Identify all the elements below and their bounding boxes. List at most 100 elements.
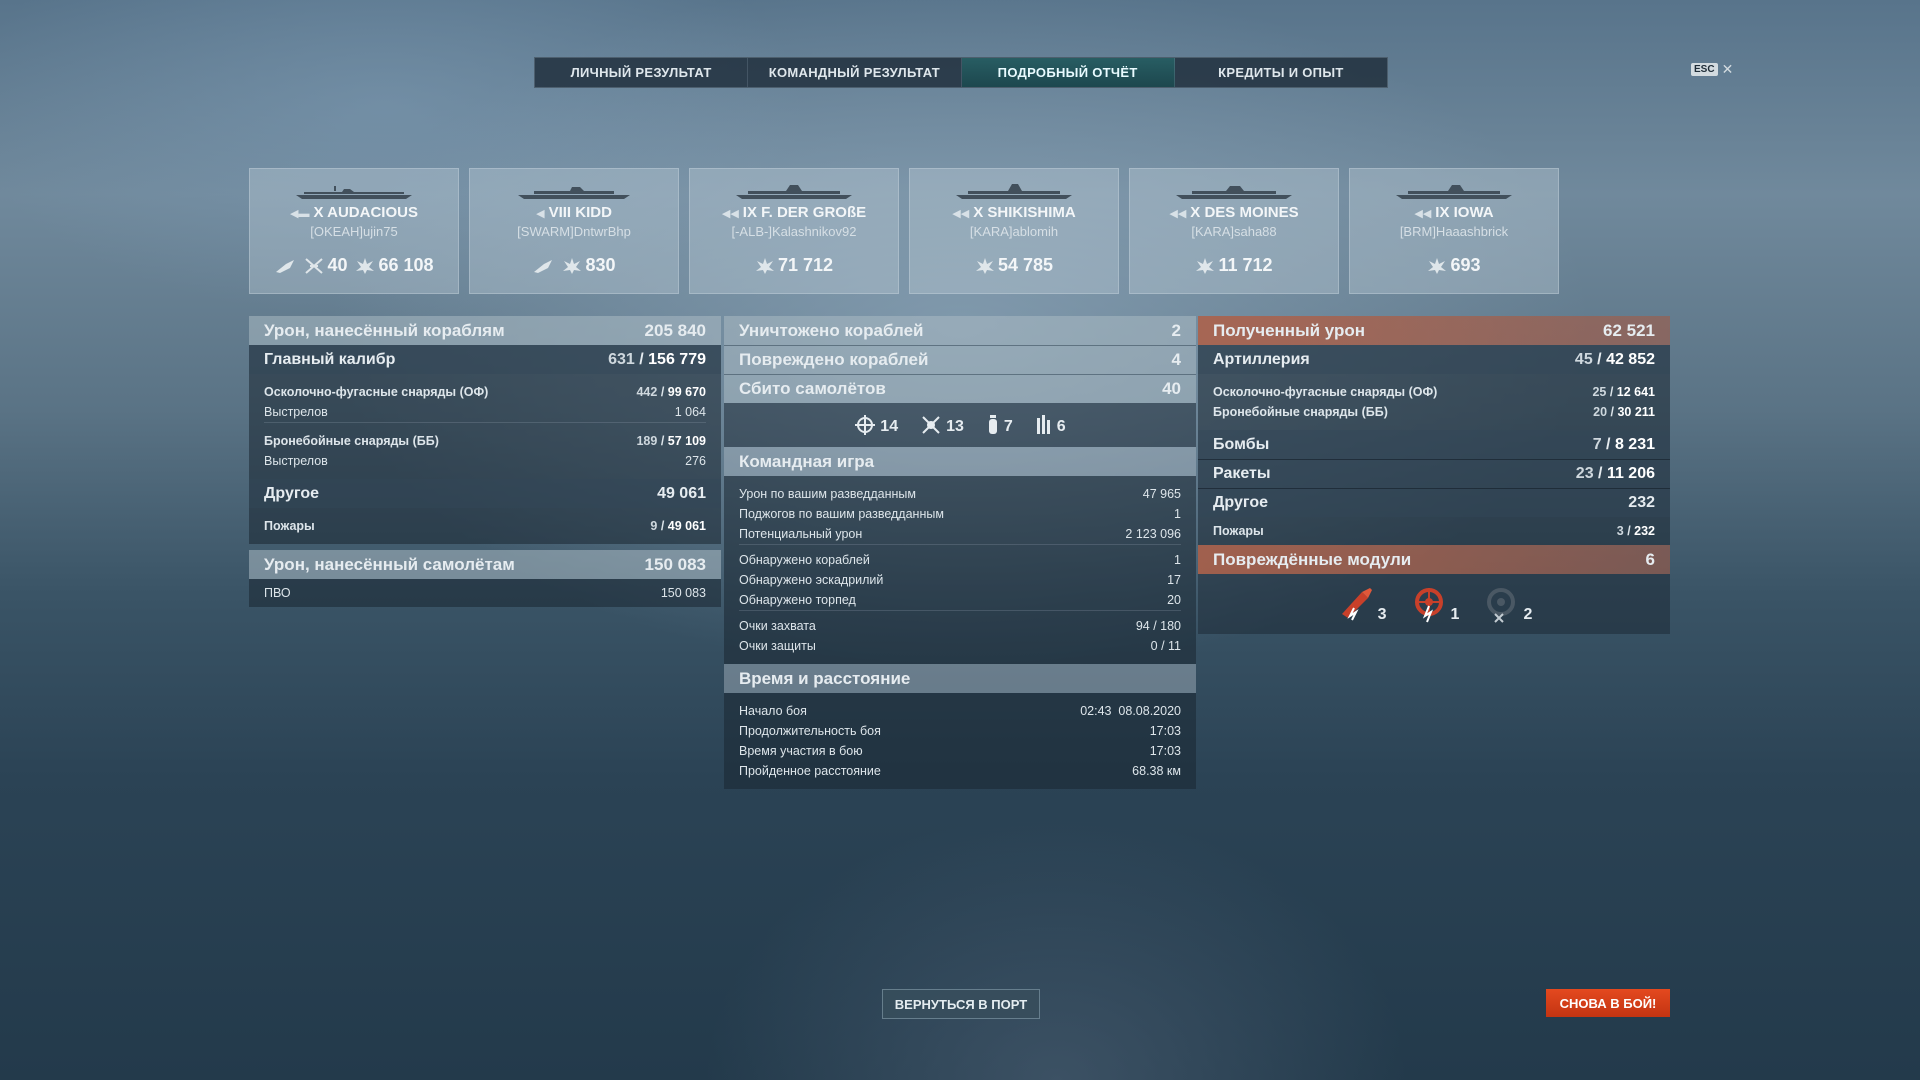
player-name: [KARA]saha88 bbox=[1191, 224, 1277, 239]
planes-shot-row: Сбито самолётов 40 bbox=[724, 374, 1196, 403]
aa-label: ПВО bbox=[264, 586, 291, 600]
he-shells-label: Осколочно-фугасные снаряды (ОФ) bbox=[264, 385, 489, 399]
explosion-icon bbox=[1428, 257, 1447, 274]
teamplay-body: Урон по вашим разведданным 47 965 Поджого… bbox=[724, 476, 1196, 664]
plane-type-breakdown: 14 13 7 6 bbox=[724, 403, 1196, 447]
tab-personal-result[interactable]: ЛИЧНЫЙ РЕЗУЛЬТАТ bbox=[535, 58, 749, 87]
plane-damage-header: Урон, нанесённый самолётам 150 083 bbox=[249, 550, 721, 579]
potential-damage-row: Потенциальный урон 2 123 096 bbox=[739, 527, 1181, 541]
other-damage-label: Другое bbox=[264, 484, 319, 502]
he-shots-value: 1 064 bbox=[674, 405, 706, 419]
tab-team-result[interactable]: КОМАНДНЫЙ РЕЗУЛЬТАТ bbox=[748, 58, 962, 87]
ship-silhouette-icon bbox=[1176, 186, 1292, 199]
main-caliber-label: Главный калибр bbox=[264, 350, 396, 368]
artillery-label: Артиллерия bbox=[1213, 350, 1310, 368]
damaged-modules-value: 6 bbox=[1645, 549, 1655, 569]
ship-card[interactable]: ◀◀ X SHIKISHIMA [KARA]ablomih 54 785 bbox=[909, 168, 1119, 294]
ship-card[interactable]: ◀ VIII KIDD [SWARM]DntwrBhp 830 bbox=[469, 168, 679, 294]
plane-damage-value: 150 083 bbox=[644, 554, 706, 574]
plane-damage-icon bbox=[274, 258, 296, 274]
ship-name: ◀▬ X AUDACIOUS bbox=[290, 204, 418, 221]
steering-gear-icon bbox=[1414, 588, 1443, 623]
module-item: 2 bbox=[1481, 584, 1532, 624]
fighter-icon bbox=[855, 415, 876, 435]
bombs-row: Бомбы 7 / 8 231 bbox=[1198, 430, 1670, 459]
damaged-modules-list: 3 1 2 bbox=[1198, 574, 1670, 634]
player-name: [BRM]Haaashbrick bbox=[1399, 224, 1509, 239]
ship-damage-header: Урон, нанесённый кораблям 205 840 bbox=[249, 316, 721, 345]
he-shells-value: 442 / 99 670 bbox=[636, 385, 706, 399]
received-fires-row: Пожары 3 / 232 bbox=[1213, 524, 1655, 538]
ship-card[interactable]: ◀◀ IX IOWA [BRM]Haaashbrick 693 bbox=[1349, 168, 1559, 294]
player-name: [SWARM]DntwrBhp bbox=[517, 224, 631, 239]
teamplay-header: Командная игра bbox=[724, 447, 1196, 476]
ship-name: ◀ VIII KIDD bbox=[536, 204, 612, 221]
damage-stat: 693 bbox=[1427, 255, 1481, 276]
destroyed-ships-label: Уничтожено кораблей bbox=[739, 320, 924, 340]
explosion-icon bbox=[1196, 257, 1215, 274]
torpedoes-spotted-row: Обнаружено торпед 20 bbox=[739, 593, 1181, 607]
return-to-port-button[interactable]: ВЕРНУТЬСЯ В ПОРТ bbox=[882, 989, 1040, 1019]
ship-damage-title: Урон, нанесённый кораблям bbox=[264, 320, 505, 340]
ship-name: ◀◀ X DES MOINES bbox=[1169, 204, 1299, 221]
damaged-modules-title: Повреждённые модули bbox=[1213, 549, 1412, 569]
ship-name: ◀◀ X SHIKISHIMA bbox=[952, 204, 1076, 221]
fighters-count: 14 bbox=[880, 418, 899, 435]
capture-points-row: Очки захвата 94 / 180 bbox=[739, 619, 1181, 633]
received-other-row: Другое 232 bbox=[1198, 488, 1670, 517]
received-damage-header: Полученный урон 62 521 bbox=[1198, 316, 1670, 345]
main-caliber-row: Главный калибр 631 / 156 779 bbox=[249, 345, 721, 374]
damage-stat: 54 785 bbox=[975, 255, 1053, 276]
bomber-icon bbox=[988, 415, 997, 434]
explosion-icon bbox=[563, 257, 582, 274]
battleship-icon: ◀◀ bbox=[721, 208, 739, 220]
tab-detailed-report[interactable]: ПОДРОБНЫЙ ОТЧЁТ bbox=[961, 58, 1175, 87]
attack-aircraft-count: 13 bbox=[946, 418, 964, 435]
ap-shells-value: 189 / 57 109 bbox=[636, 434, 706, 448]
damage-stat: 830 bbox=[562, 255, 616, 276]
spotting-fires-row: Поджогов по вашим разведданным 1 bbox=[739, 507, 1181, 521]
tab-credits-xp[interactable]: КРЕДИТЫ И ОПЫТ bbox=[1175, 58, 1387, 87]
ap-shells-label: Бронебойные снаряды (ББ) bbox=[264, 434, 439, 448]
plane-damage-title: Урон, нанесённый самолётам bbox=[264, 554, 515, 574]
ship-card[interactable]: ◀◀ X DES MOINES [KARA]saha88 11 712 bbox=[1129, 168, 1339, 294]
rockets-value: 23 / 11 206 bbox=[1575, 465, 1655, 482]
planes-destroyed-stat: 40 bbox=[304, 255, 347, 276]
close-button[interactable]: ESC ✕ bbox=[1691, 61, 1733, 78]
attack-aircraft-icon bbox=[922, 416, 940, 434]
ship-silhouette-icon bbox=[736, 185, 852, 199]
ship-card[interactable]: ◀▬ X AUDACIOUS [OKEAH]ujin75 40 66 108 bbox=[249, 168, 459, 294]
esc-key-label: ESC bbox=[1691, 63, 1718, 76]
explosion-icon bbox=[356, 257, 375, 274]
main-battery-icon bbox=[1341, 588, 1372, 621]
damage-dealt-panel: Урон, нанесённый кораблям 205 840 Главны… bbox=[249, 316, 721, 607]
damage-stat: 11 712 bbox=[1195, 255, 1273, 276]
destroyed-ships-row: Уничтожено кораблей 2 bbox=[724, 316, 1196, 345]
destroyed-ships-value: 2 bbox=[1171, 320, 1181, 340]
ap-shots-row: Выстрелов 276 bbox=[249, 451, 721, 471]
he-shells-row: Осколочно-фугасные снаряды (ОФ) 442 / 99… bbox=[249, 382, 721, 402]
planes-shot-value: 40 bbox=[1162, 379, 1181, 398]
module-count: 2 bbox=[1523, 606, 1533, 623]
aircraft-carrier-icon: ◀▬ bbox=[290, 208, 310, 220]
other-damage-value: 49 061 bbox=[657, 484, 706, 502]
ap-shots-value: 276 bbox=[685, 454, 706, 468]
module-count: 3 bbox=[1377, 606, 1387, 623]
close-icon: ✕ bbox=[1721, 61, 1734, 77]
damaged-ships-value: 4 bbox=[1171, 350, 1181, 369]
aa-value: 150 083 bbox=[660, 586, 706, 600]
other-damage-row: Другое 49 061 bbox=[249, 479, 721, 508]
battle-start-row: Начало боя 02:43 08.08.2020 bbox=[739, 704, 1181, 718]
teamplay-title: Командная игра bbox=[739, 451, 875, 471]
ship-card[interactable]: ◀◀ IX F. DER GROßE [-ALB-]Kalashnikov92 7… bbox=[689, 168, 899, 294]
battle-duration-row: Продолжительность боя 17:03 bbox=[739, 724, 1181, 738]
distance-traveled-row: Пройденное расстояние 68.38 км bbox=[739, 764, 1181, 778]
module-item: 3 bbox=[1336, 584, 1387, 624]
battle-again-button[interactable]: СНОВА В БОЙ! bbox=[1546, 989, 1670, 1017]
player-name: [-ALB-]Kalashnikov92 bbox=[731, 224, 857, 239]
time-distance-header: Время и расстояние bbox=[724, 664, 1196, 693]
squadrons-spotted-row: Обнаружено эскадрилий 17 bbox=[739, 573, 1181, 587]
ap-shells-row: Бронебойные снаряды (ББ) 189 / 57 109 bbox=[249, 431, 721, 451]
ship-silhouette-icon bbox=[956, 184, 1072, 199]
defense-points-row: Очки защиты 0 / 11 bbox=[739, 639, 1181, 653]
